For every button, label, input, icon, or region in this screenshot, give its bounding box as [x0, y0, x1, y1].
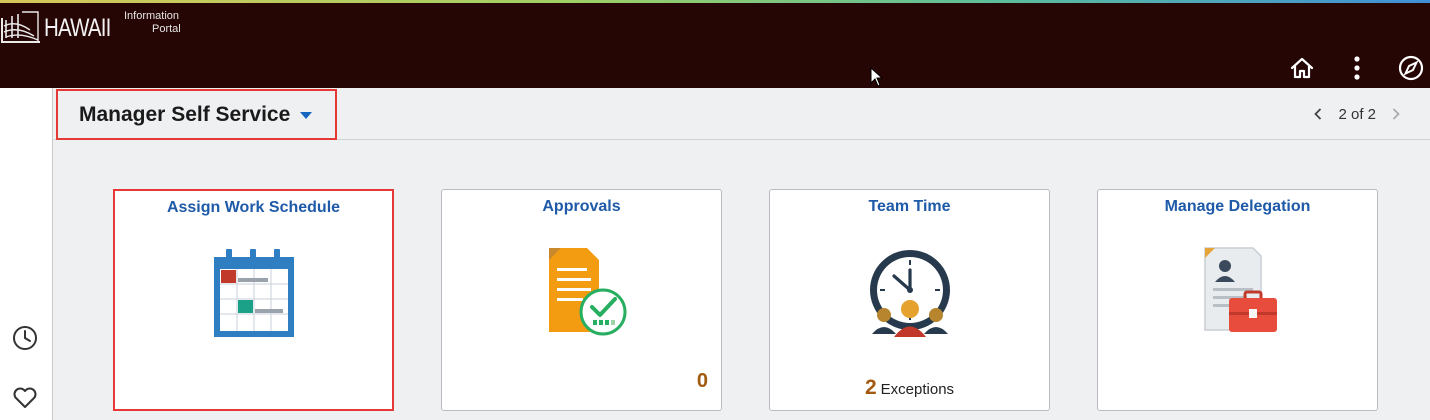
team-time-exceptions: 2 Exceptions: [770, 376, 1049, 400]
favorites-heart-icon: [13, 387, 37, 408]
approval-document-icon: [548, 248, 626, 336]
left-rail: [0, 88, 53, 420]
page-count: 2 of 2: [1338, 105, 1376, 123]
previous-page-button[interactable]: [1310, 104, 1326, 124]
homepage-subheader: Manager Self Service 2 of 2: [54, 88, 1430, 140]
tile-team-time[interactable]: Team Time 2 Exceptions: [769, 189, 1050, 411]
homepage-selector[interactable]: Manager Self Service: [56, 89, 337, 140]
exceptions-label: Exceptions: [880, 381, 955, 398]
tile-title: Manage Delegation: [1164, 198, 1311, 215]
app-header: HAWAII Information Portal: [0, 3, 1430, 88]
logo-text: HAWAII: [44, 14, 111, 42]
recent-places-button[interactable]: [11, 324, 39, 352]
home-button[interactable]: [1287, 53, 1317, 83]
tile-manage-delegation[interactable]: Manage Delegation: [1097, 189, 1378, 411]
actions-menu-button[interactable]: [1342, 53, 1372, 83]
navbar-button[interactable]: [1396, 53, 1426, 83]
next-page-button[interactable]: [1388, 104, 1404, 124]
tile-assign-work-schedule[interactable]: Assign Work Schedule: [113, 189, 394, 411]
tile-title: Approvals: [542, 198, 621, 215]
tile-approvals[interactable]: Approvals 0: [441, 189, 722, 411]
hawaii-information-portal-logo[interactable]: HAWAII: [0, 6, 125, 46]
chevron-right-icon: [1392, 108, 1400, 120]
favorites-button[interactable]: [11, 384, 39, 412]
recent-clock-icon: [13, 326, 37, 350]
team-clock-icon: [869, 250, 950, 337]
homepage-pager: 2 of 2: [1310, 104, 1404, 124]
more-vertical-icon: [1354, 56, 1360, 80]
delegation-briefcase-icon: [1203, 247, 1277, 332]
exceptions-count: 2: [864, 376, 877, 399]
logo-subtitle-line1: Information: [124, 10, 180, 22]
tile-title: Assign Work Schedule: [166, 199, 341, 216]
chevron-left-icon: [1314, 108, 1322, 120]
approvals-count: 0: [696, 370, 708, 392]
logo-subtitle-line2: Portal: [152, 23, 181, 35]
mouse-cursor-icon: [870, 67, 884, 87]
home-icon: [1290, 57, 1314, 79]
homepage-title: Manager Self Service: [79, 102, 291, 126]
calendar-icon: [213, 249, 294, 337]
logo-building-icon: [1, 11, 40, 43]
logo-subtitle: Information Portal: [124, 10, 181, 36]
navbar-compass-icon: [1398, 55, 1424, 81]
caret-down-icon: [300, 112, 313, 119]
tile-title: Team Time: [868, 198, 951, 215]
